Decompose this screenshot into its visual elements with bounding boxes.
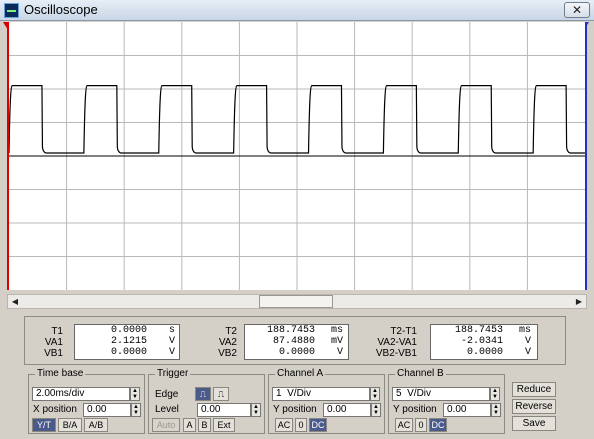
mode-ab-button[interactable]: A/B — [84, 418, 108, 432]
timebase-title: Time base — [35, 368, 86, 379]
reverse-button[interactable]: Reverse — [512, 399, 556, 414]
window-title: Oscilloscope — [24, 2, 98, 17]
channel-b-ypos-spinner-icon[interactable]: ▲ ▼ — [491, 403, 501, 417]
vb2-label: VB2 — [218, 348, 237, 359]
t2-label: T2 — [225, 326, 237, 337]
xpos-spinner-icon[interactable]: ▲ ▼ — [131, 403, 141, 417]
trigger-auto-button[interactable]: Auto — [152, 418, 180, 432]
channel-a-ypos-field[interactable]: 0.00 — [323, 403, 371, 417]
delta-readout: 188.7453 ms -2.0341 V 0.0000 V — [430, 324, 538, 360]
dvb-label: VB2-VB1 — [375, 348, 417, 359]
scroll-right-icon[interactable]: ▶ — [572, 295, 586, 308]
scope-screen — [7, 22, 587, 290]
channel-a-title: Channel A — [275, 368, 326, 379]
scroll-thumb[interactable] — [259, 295, 333, 308]
xpos-field[interactable]: 0.00 — [83, 403, 131, 417]
scroll-left-icon[interactable]: ◀ — [8, 295, 22, 308]
va2-label: VA2 — [218, 337, 237, 348]
t2-readout: 188.7453 ms 87.4880 mV 0.0000 V — [244, 324, 349, 360]
channel-b-dc-button[interactable]: DC — [429, 418, 447, 432]
channel-a-group: Channel A 1 V/Div ▲ ▼ Y position 0.00 ▲ ▼ … — [268, 368, 385, 434]
trigger-group: Trigger Edge ⎍ ⎍ Level 0.00 ▲ ▼ Auto A B … — [148, 368, 265, 434]
trigger-a-button[interactable]: A — [183, 418, 196, 432]
timebase-group: Time base 2.00ms/div ▲ ▼ X position 0.00 … — [28, 368, 145, 434]
channel-b-zero-button[interactable]: 0 — [415, 418, 427, 432]
level-label: Level — [155, 404, 179, 415]
channel-b-ypos-label: Y position — [393, 404, 437, 415]
oscilloscope-icon — [4, 3, 19, 18]
channel-a-dc-button[interactable]: DC — [309, 418, 327, 432]
dva-label: VA2-VA1 — [377, 337, 417, 348]
measurement-readout: T1 VA1 VB1 0.0000 s 2.1215 V 0.0000 V T2 VA… — [24, 316, 566, 365]
channel-a-scale-field[interactable]: 1 V/Div — [272, 387, 370, 401]
save-button[interactable]: Save — [512, 416, 556, 431]
channel-a-zero-button[interactable]: 0 — [295, 418, 307, 432]
channel-b-ypos-field[interactable]: 0.00 — [443, 403, 491, 417]
t1-label: T1 — [51, 326, 63, 337]
level-field[interactable]: 0.00 — [197, 403, 251, 417]
mode-ba-button[interactable]: B/A — [58, 418, 82, 432]
channel-b-group: Channel B 5 V/Div ▲ ▼ Y position 0.00 ▲ ▼ … — [388, 368, 505, 434]
trigger-title: Trigger — [155, 368, 191, 379]
title-bar: Oscilloscope ✕ — [0, 0, 594, 21]
channel-a-ypos-spinner-icon[interactable]: ▲ ▼ — [371, 403, 381, 417]
channel-b-scale-spinner-icon[interactable]: ▲ ▼ — [490, 387, 500, 401]
rising-edge-icon[interactable]: ⎍ — [195, 387, 211, 401]
horizontal-scrollbar[interactable]: ◀ ▶ — [7, 294, 587, 309]
channel-b-ac-button[interactable]: AC — [395, 418, 413, 432]
dt-label: T2-T1 — [390, 326, 417, 337]
xpos-label: X position — [33, 404, 77, 415]
trigger-b-button[interactable]: B — [198, 418, 211, 432]
channel-b-title: Channel B — [395, 368, 446, 379]
channel-b-scale-field[interactable]: 5 V/Div — [392, 387, 490, 401]
vb1-label: VB1 — [44, 348, 63, 359]
waveform-plot — [9, 22, 585, 290]
timebase-spinner-icon[interactable]: ▲ ▼ — [130, 387, 140, 401]
channel-a-scale-spinner-icon[interactable]: ▲ ▼ — [370, 387, 380, 401]
timebase-scale-field[interactable]: 2.00ms/div — [32, 387, 130, 401]
close-button[interactable]: ✕ — [564, 2, 590, 18]
trigger-ext-button[interactable]: Ext — [213, 418, 235, 432]
falling-edge-icon[interactable]: ⎍ — [213, 387, 229, 401]
channel-a-ac-button[interactable]: AC — [275, 418, 293, 432]
channel-a-ypos-label: Y position — [273, 404, 317, 415]
reduce-button[interactable]: Reduce — [512, 382, 556, 397]
level-spinner-icon[interactable]: ▲ ▼ — [251, 403, 261, 417]
t1-readout: 0.0000 s 2.1215 V 0.0000 V — [74, 324, 180, 360]
edge-label: Edge — [155, 389, 179, 400]
mode-yt-button[interactable]: Y/T — [32, 418, 56, 432]
va1-label: VA1 — [44, 337, 63, 348]
